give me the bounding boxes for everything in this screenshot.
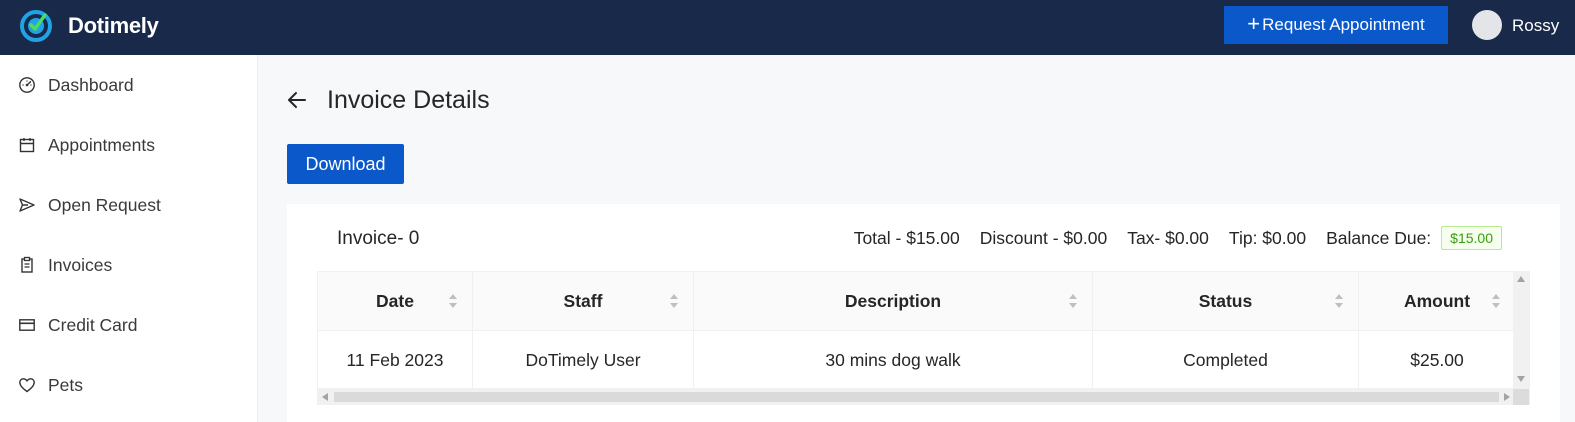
cell-description: 30 mins dog walk	[694, 331, 1093, 389]
sidebar-item-invoices[interactable]: Invoices	[0, 243, 258, 287]
invoice-tip: Tip: $0.00	[1228, 227, 1307, 248]
avatar[interactable]	[1472, 10, 1502, 40]
sidebar-item-label: Pets	[48, 374, 84, 395]
cell-status: Completed	[1093, 331, 1359, 389]
horizontal-scrollbar[interactable]	[318, 389, 1515, 405]
invoice-number: Invoice- 0	[337, 228, 420, 249]
invoice-table: Date Staff Description Status Amount 11 …	[317, 271, 1530, 405]
sidebar-item-label: Credit Card	[48, 314, 138, 335]
scroll-up-icon[interactable]	[1517, 276, 1525, 282]
horizontal-scroll-thumb[interactable]	[334, 392, 1499, 402]
sort-icon[interactable]	[669, 293, 679, 309]
column-header-description[interactable]: Description	[694, 272, 1093, 331]
back-arrow-icon[interactable]	[285, 88, 309, 112]
brand-name[interactable]: Dotimely	[68, 13, 159, 39]
sort-icon[interactable]	[1068, 293, 1078, 309]
balance-due-badge: $15.00	[1441, 226, 1502, 250]
cell-staff: DoTimely User	[473, 331, 694, 389]
heart-icon	[19, 378, 35, 393]
request-appointment-button[interactable]: + Request Appointment	[1224, 6, 1448, 44]
scroll-down-icon[interactable]	[1517, 376, 1525, 382]
send-icon	[19, 198, 35, 212]
user-name[interactable]: Rossy	[1512, 16, 1559, 36]
scroll-right-icon[interactable]	[1504, 393, 1510, 401]
column-header-amount[interactable]: Amount	[1359, 272, 1515, 331]
scroll-left-icon[interactable]	[322, 393, 328, 401]
column-header-status[interactable]: Status	[1093, 272, 1359, 331]
sidebar-item-label: Dashboard	[48, 74, 134, 95]
sidebar-item-appointments[interactable]: Appointments	[0, 123, 258, 167]
sidebar-item-label: Invoices	[48, 254, 113, 275]
dotimely-logo-icon[interactable]	[18, 8, 54, 44]
request-appointment-label: Request Appointment	[1262, 15, 1425, 34]
scrollbar-corner	[1513, 389, 1529, 405]
sort-icon[interactable]	[1491, 293, 1501, 309]
download-button[interactable]: Download	[287, 144, 404, 184]
cell-date: 11 Feb 2023	[318, 331, 473, 389]
invoice-total: Total - $15.00	[853, 227, 960, 248]
table-header: Date Staff Description Status Amount	[318, 272, 1515, 331]
invoice-tax: Tax- $0.00	[1127, 227, 1209, 248]
calendar-icon	[19, 138, 35, 153]
column-header-staff[interactable]: Staff	[473, 272, 694, 331]
sidebar-item-label: Open Request	[48, 194, 161, 215]
top-navbar: Dotimely + Request Appointment Rossy	[0, 0, 1575, 55]
invoice-discount: Discount - $0.00	[979, 227, 1108, 248]
page-title: Invoice Details	[327, 86, 490, 114]
vertical-scrollbar[interactable]	[1513, 272, 1529, 389]
cell-amount: $25.00	[1410, 349, 1464, 370]
credit-card-icon	[19, 319, 35, 331]
invoice-card: Invoice- 0 Total - $15.00 Discount - $0.…	[287, 204, 1560, 422]
sort-icon[interactable]	[1334, 293, 1344, 309]
sidebar-item-label: Appointments	[48, 134, 156, 155]
dashboard-icon	[19, 77, 35, 93]
sidebar-item-open-request[interactable]: Open Request	[0, 183, 258, 227]
sidebar: Dashboard Appointments Open Request Invo…	[0, 55, 258, 422]
sidebar-item-credit-card[interactable]: Credit Card	[0, 303, 258, 347]
column-header-date[interactable]: Date	[318, 272, 473, 331]
invoice-icon	[21, 256, 33, 273]
balance-due-label: Balance Due:	[1326, 227, 1432, 248]
plus-icon: +	[1247, 11, 1261, 36]
sidebar-item-pets[interactable]: Pets	[0, 363, 258, 407]
sort-icon[interactable]	[448, 293, 458, 309]
invoice-summary: Total - $15.00 Discount - $0.00 Tax- $0.…	[834, 226, 1502, 250]
sidebar-item-dashboard[interactable]: Dashboard	[0, 63, 258, 107]
table-row[interactable]: 11 Feb 2023 DoTimely User 30 mins dog wa…	[318, 331, 1515, 389]
